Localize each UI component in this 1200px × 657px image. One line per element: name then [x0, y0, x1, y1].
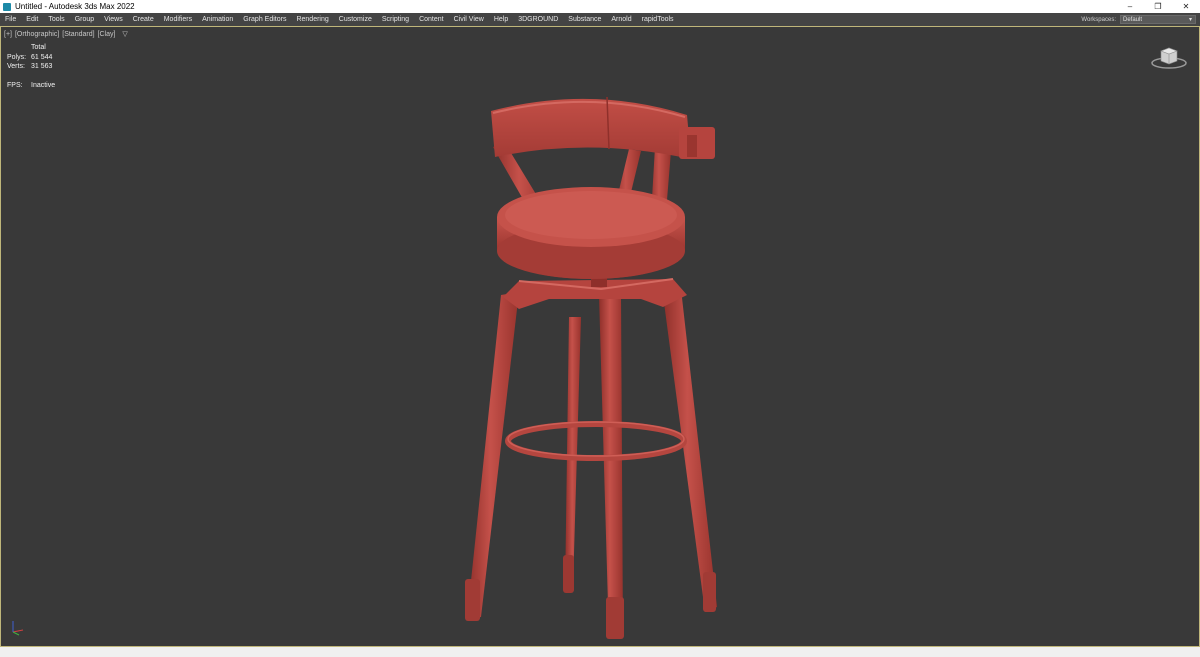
menu-substance[interactable]: Substance	[563, 16, 606, 23]
verts-label: Verts:	[7, 63, 25, 70]
menu-file[interactable]: File	[0, 16, 21, 23]
menu-group[interactable]: Group	[70, 16, 99, 23]
3dsmax-app-icon	[3, 2, 11, 11]
menu-civil-view[interactable]: Civil View	[449, 16, 489, 23]
title-bar: Untitled - Autodesk 3ds Max 2022 – ❐ ✕	[0, 0, 1200, 13]
menu-customize[interactable]: Customize	[334, 16, 377, 23]
minimize-button[interactable]: –	[1116, 0, 1144, 13]
close-button[interactable]: ✕	[1172, 0, 1200, 13]
menu-create[interactable]: Create	[128, 16, 159, 23]
menu-views[interactable]: Views	[99, 16, 128, 23]
menu-scripting[interactable]: Scripting	[377, 16, 414, 23]
viewport-label-menu: [+] [Orthographic] [Standard] [Clay] ▽	[4, 30, 129, 38]
workspaces-control: Workspaces: Default ▾	[1081, 14, 1196, 25]
workspaces-label: Workspaces:	[1081, 16, 1116, 23]
verts-value: 31 563	[31, 63, 53, 70]
funnel-icon[interactable]: ▽	[122, 31, 127, 38]
workspaces-value: Default	[1123, 16, 1143, 23]
fps-label: FPS:	[7, 81, 23, 89]
window-title: Untitled - Autodesk 3ds Max 2022	[15, 2, 135, 11]
bar-stool-model[interactable]	[441, 67, 761, 657]
viewport-general-menu[interactable]: [+]	[4, 31, 12, 38]
statistics-overlay: Total Polys: 61 544 Verts: 31 563 FPS: Inac…	[7, 43, 55, 90]
fps-value: Inactive	[31, 81, 56, 89]
menu-bar: File Edit Tools Group Views Create Modif…	[0, 13, 1200, 26]
menu-edit[interactable]: Edit	[21, 16, 43, 23]
menu-arnold[interactable]: Arnold	[606, 16, 636, 23]
viewport-pov-menu[interactable]: [Orthographic]	[15, 31, 59, 38]
axis-tripod-icon	[12, 621, 24, 636]
viewport-shading-menu[interactable]: [Standard]	[62, 31, 94, 38]
menu-help[interactable]: Help	[489, 16, 513, 23]
menu-modifiers[interactable]: Modifiers	[159, 16, 197, 23]
perspective-viewport[interactable]: [+] [Orthographic] [Standard] [Clay] ▽ T…	[0, 26, 1200, 647]
menu-content[interactable]: Content	[414, 16, 449, 23]
chevron-down-icon: ▾	[1188, 17, 1192, 23]
menu-rapidtools[interactable]: rapidTools	[637, 16, 679, 23]
polys-label: Polys:	[7, 53, 27, 61]
viewcube-icon[interactable]	[1149, 41, 1189, 71]
menu-graph-editors[interactable]: Graph Editors	[238, 16, 291, 23]
viewport-style-menu[interactable]: [Clay]	[98, 31, 116, 38]
menu-animation[interactable]: Animation	[197, 16, 238, 23]
menu-3dground[interactable]: 3DGROUND	[513, 16, 563, 23]
menu-rendering[interactable]: Rendering	[291, 16, 333, 23]
stats-header: Total	[31, 44, 46, 51]
workspaces-dropdown[interactable]: Default ▾	[1120, 15, 1196, 24]
restore-button[interactable]: ❐	[1144, 0, 1172, 13]
polys-value: 61 544	[31, 53, 53, 61]
window-controls: – ❐ ✕	[1116, 0, 1200, 13]
menu-tools[interactable]: Tools	[43, 16, 69, 23]
